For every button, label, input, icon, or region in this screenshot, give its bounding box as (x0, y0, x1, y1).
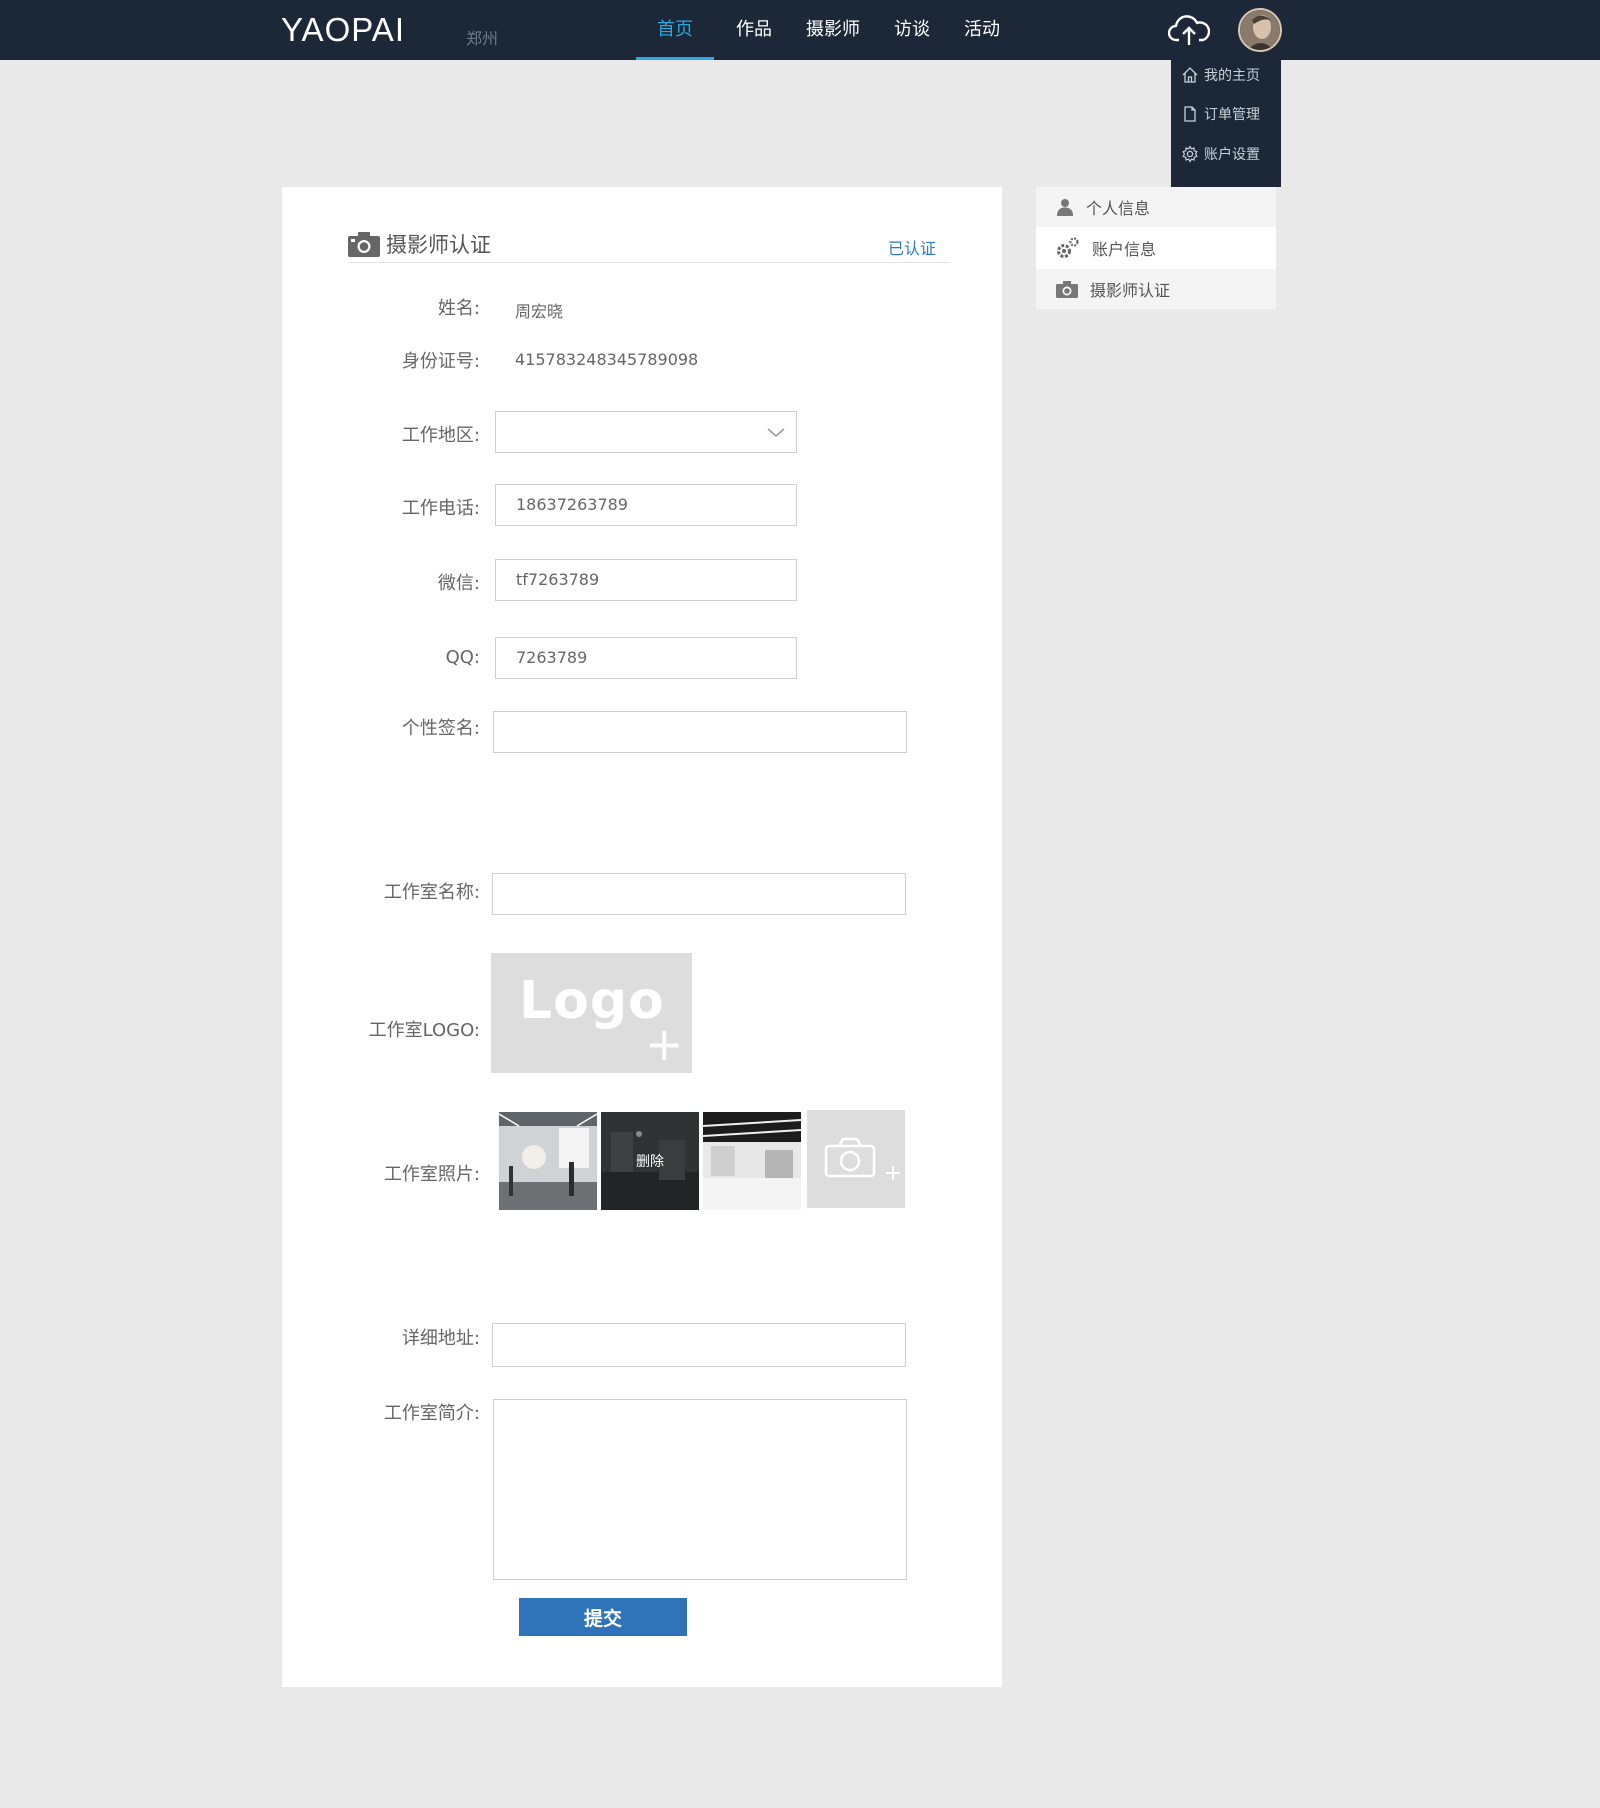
add-photo-button[interactable] (807, 1110, 905, 1208)
signature-input[interactable] (493, 711, 907, 753)
card-header: 摄影师认证 已认证 (348, 227, 950, 263)
work-region-select[interactable] (495, 411, 797, 453)
verified-status[interactable]: 已认证 (888, 235, 936, 259)
cloud-upload-icon[interactable] (1168, 12, 1210, 48)
studio-intro-textarea[interactable] (493, 1399, 907, 1580)
brand-text: YAOPAI (281, 11, 405, 47)
nav-home[interactable]: 首页 (636, 0, 714, 60)
photo-delete-label: 删除 (636, 1154, 664, 1170)
work-phone-label: 工作电话: (401, 498, 480, 519)
dropdown-item-orders[interactable]: 订单管理 (1181, 103, 1260, 125)
studio-logo-upload[interactable]: Logo + (491, 953, 692, 1073)
sidebar-item-personal-info[interactable]: 个人信息 (1036, 187, 1276, 227)
camera-icon (1056, 280, 1078, 298)
plus-icon: + (645, 1017, 684, 1071)
studio-photo[interactable] (703, 1112, 801, 1210)
studio-logo-label: 工作室LOGO: (368, 1020, 480, 1041)
wechat-label: 微信: (437, 573, 480, 594)
dropdown-item-account-settings[interactable]: 账户设置 (1181, 143, 1260, 165)
address-label: 详细地址: (401, 1328, 480, 1349)
studio-name-input[interactable] (492, 873, 906, 915)
submit-button[interactable]: 提交 (519, 1598, 687, 1636)
nav-works[interactable]: 作品 (724, 0, 784, 60)
document-icon (1184, 106, 1196, 122)
city-label[interactable]: 郑州 (466, 25, 498, 49)
studio-photo[interactable]: 删除 (601, 1112, 699, 1210)
gears-icon (1057, 237, 1079, 258)
camera-icon (348, 232, 380, 257)
studio-photo-image (499, 1112, 597, 1210)
camera-add-icon (824, 1137, 900, 1180)
qq-label: QQ: (445, 647, 480, 668)
qq-input[interactable] (495, 637, 797, 679)
dropdown-item-label: 我的主页 (1204, 68, 1260, 84)
work-region-label: 工作地区: (401, 425, 480, 446)
nav-events[interactable]: 活动 (952, 0, 1012, 60)
dropdown-item-label: 账户设置 (1204, 147, 1260, 163)
home-icon (1182, 67, 1198, 83)
name-label: 姓名: (437, 298, 480, 319)
nav-photographers[interactable]: 摄影师 (794, 0, 872, 60)
sidebar-item-label: 摄影师认证 (1090, 281, 1171, 300)
user-dropdown-menu: 我的主页 订单管理 账户设置 (1171, 60, 1281, 187)
user-avatar[interactable] (1238, 8, 1282, 52)
sidebar-item-label: 账户信息 (1092, 240, 1157, 259)
studio-photo-image (703, 1112, 801, 1210)
nav-interviews[interactable]: 访谈 (882, 0, 942, 60)
dropdown-item-label: 订单管理 (1204, 107, 1260, 123)
sidebar-item-label: 个人信息 (1086, 199, 1151, 218)
card-title: 摄影师认证 (386, 233, 491, 257)
signature-label: 个性签名: (401, 718, 480, 739)
photo-delete-overlay[interactable]: 删除 (601, 1112, 699, 1210)
sidebar-item-photographer-certification[interactable]: 摄影师认证 (1036, 269, 1276, 309)
gear-icon (1182, 145, 1198, 163)
settings-sidebar: 个人信息 账户信息 摄影师认证 (1036, 187, 1276, 309)
address-input[interactable] (492, 1323, 906, 1367)
sidebar-item-account-info[interactable]: 账户信息 (1036, 227, 1276, 269)
id-number-value: 415783248345789098 (515, 350, 699, 369)
wechat-input[interactable] (495, 559, 797, 601)
user-icon (1057, 199, 1073, 216)
photographer-certification-card: 摄影师认证 已认证 姓名: 周宏晓 身份证号: 4157832483457890… (282, 187, 1002, 1687)
avatar-image (1240, 10, 1280, 50)
studio-photo[interactable] (499, 1112, 597, 1210)
studio-photos-label: 工作室照片: (383, 1164, 480, 1185)
chevron-down-icon (767, 428, 785, 437)
work-phone-input[interactable] (495, 484, 797, 526)
name-value: 周宏晓 (515, 302, 564, 321)
dropdown-item-my-home[interactable]: 我的主页 (1181, 64, 1260, 86)
studio-name-label: 工作室名称: (383, 882, 480, 903)
id-number-label: 身份证号: (401, 351, 480, 372)
top-navigation-bar: YAOPAI 郑州 首页 作品 摄影师 访谈 活动 (0, 0, 1600, 60)
logo-placeholder-text: Logo (519, 971, 665, 1031)
yaopai-logo[interactable]: YAOPAI (281, 11, 436, 47)
studio-intro-label: 工作室简介: (383, 1403, 480, 1424)
main-nav: 首页 作品 摄影师 访谈 活动 (636, 0, 1022, 60)
